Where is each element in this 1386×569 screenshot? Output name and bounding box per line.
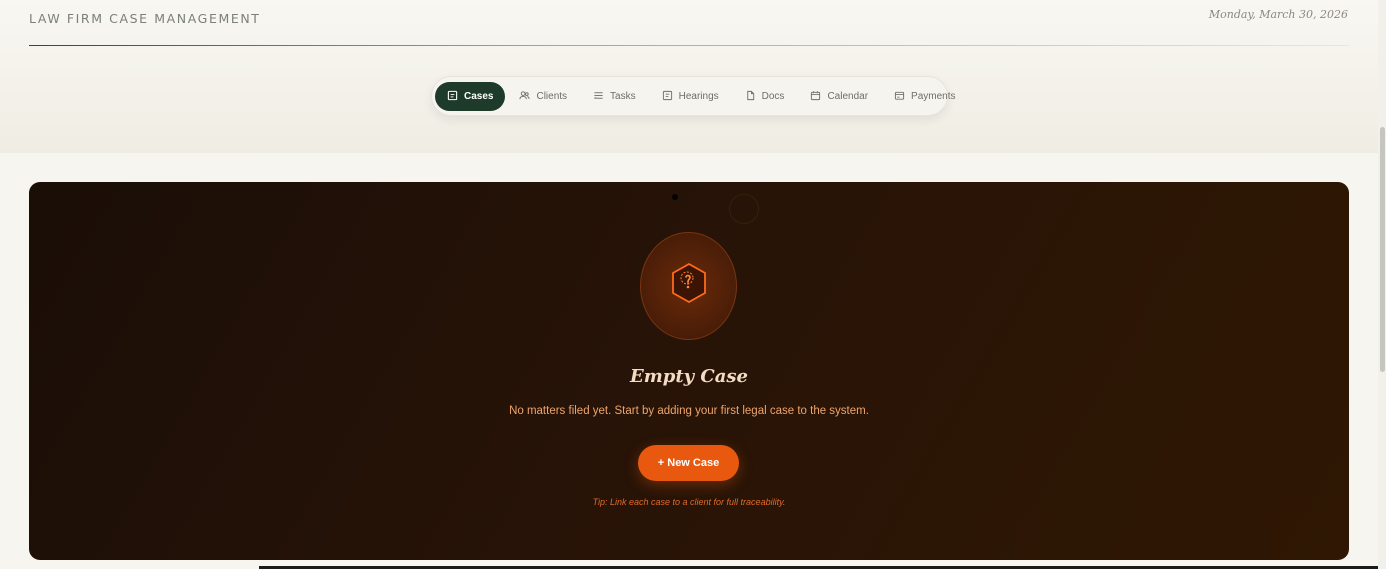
hexagon-question-icon (669, 260, 709, 313)
users-icon (519, 90, 531, 102)
empty-state-emblem (640, 232, 737, 340)
tab-label: Cases (464, 90, 494, 102)
scrollbar-thumb[interactable] (1380, 127, 1385, 372)
empty-state-title: Empty Case (630, 366, 748, 387)
tab-clients[interactable]: Clients (507, 82, 579, 111)
tab-label: Tasks (610, 90, 636, 102)
tab-label: Clients (536, 90, 568, 102)
tab-cases[interactable]: Cases (435, 81, 506, 111)
app-title: LAW FIRM CASE MANAGEMENT (29, 11, 261, 26)
hearing-doc-icon (662, 90, 674, 102)
tab-label: Docs (761, 90, 785, 102)
page-scrollbar[interactable] (1378, 0, 1386, 569)
tab-docs[interactable]: Docs (733, 82, 797, 111)
tab-tasks[interactable]: Tasks (581, 82, 648, 111)
empty-state-panel: Empty Case No matters filed yet. Start b… (29, 182, 1349, 560)
decorative-ring (729, 194, 759, 224)
current-date: Monday, March 30, 2026 (1208, 8, 1348, 21)
task-list-icon (593, 90, 605, 102)
tab-payments[interactable]: Payments (882, 82, 967, 111)
decorative-dot (672, 194, 678, 200)
empty-state-description: No matters filed yet. Start by adding yo… (509, 405, 869, 417)
header-divider (29, 45, 1349, 46)
tab-hearings[interactable]: Hearings (650, 82, 731, 111)
case-file-icon (447, 90, 459, 102)
empty-state-tip: Tip: Link each case to a client for full… (592, 497, 786, 507)
tab-calendar[interactable]: Calendar (798, 82, 880, 111)
main-nav: Cases Clients Tasks Hearings Docs Calend… (431, 76, 956, 116)
new-case-button[interactable]: + New Case (638, 445, 739, 481)
tab-label: Calendar (827, 90, 869, 102)
calendar-icon (810, 90, 822, 102)
document-icon (745, 90, 757, 102)
payment-card-icon (894, 90, 906, 102)
tab-label: Payments (911, 90, 956, 102)
tab-label: Hearings (678, 90, 719, 102)
